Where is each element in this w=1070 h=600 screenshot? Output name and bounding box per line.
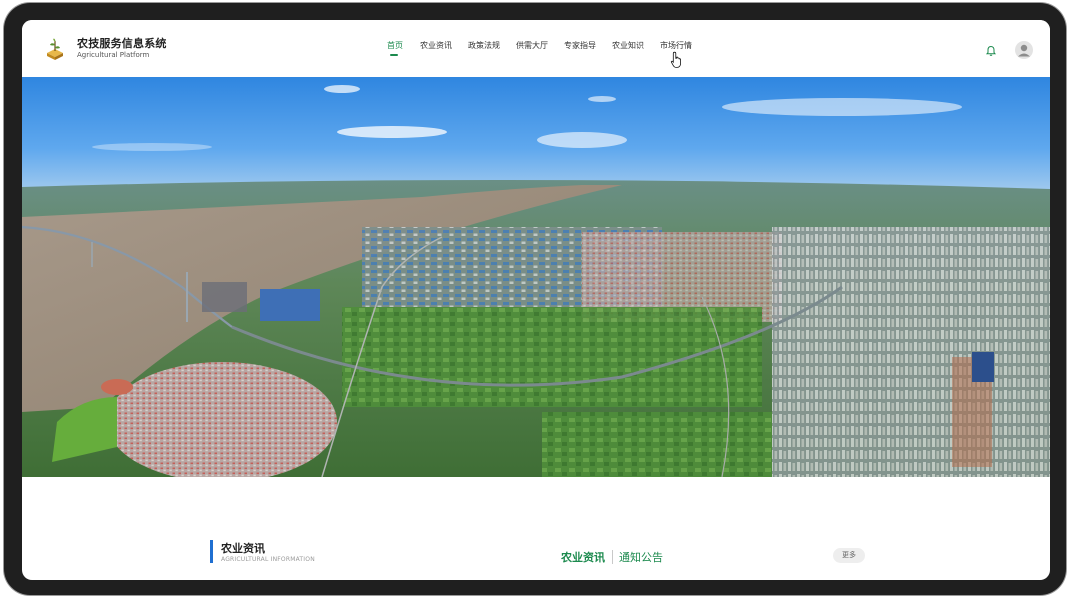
banner-image — [22, 77, 1050, 477]
nav-item-supply-demand[interactable]: 供需大厅 — [516, 40, 548, 51]
top-header: 农技服务信息系统 Agricultural Platform 首页 农业资讯 政… — [22, 20, 1050, 77]
user-avatar-icon[interactable] — [1015, 41, 1033, 59]
nav-item-expert-guidance[interactable]: 专家指导 — [564, 40, 596, 51]
section-accent-bar — [210, 540, 213, 563]
brand-title: 农技服务信息系统 — [77, 37, 167, 50]
hand-cursor-icon — [670, 51, 681, 68]
nav-active-indicator — [390, 54, 398, 56]
device-frame: 农技服务信息系统 Agricultural Platform 首页 农业资讯 政… — [0, 0, 1070, 600]
tab-notices[interactable]: 通知公告 — [619, 549, 663, 565]
brand-subtitle: Agricultural Platform — [77, 51, 150, 59]
nav-item-agri-knowledge[interactable]: 农业知识 — [612, 40, 644, 51]
bell-icon[interactable] — [985, 45, 997, 57]
section-title: 农业资讯 — [221, 542, 265, 555]
nav-item-market[interactable]: 市场行情 — [660, 40, 692, 51]
logo-icon — [47, 38, 63, 60]
hero-banner[interactable] — [22, 77, 1050, 477]
nav-item-agri-news[interactable]: 农业资讯 — [420, 40, 452, 51]
tab-agri-news[interactable]: 农业资讯 — [561, 549, 605, 565]
screen: 农技服务信息系统 Agricultural Platform 首页 农业资讯 政… — [22, 20, 1050, 580]
nav-item-policy[interactable]: 政策法规 — [468, 40, 500, 51]
section-subtitle: AGRICULTURAL INFORMATION — [221, 556, 315, 563]
tab-divider — [612, 550, 613, 564]
more-button[interactable]: 更多 — [833, 548, 865, 563]
nav-item-home[interactable]: 首页 — [387, 40, 403, 51]
